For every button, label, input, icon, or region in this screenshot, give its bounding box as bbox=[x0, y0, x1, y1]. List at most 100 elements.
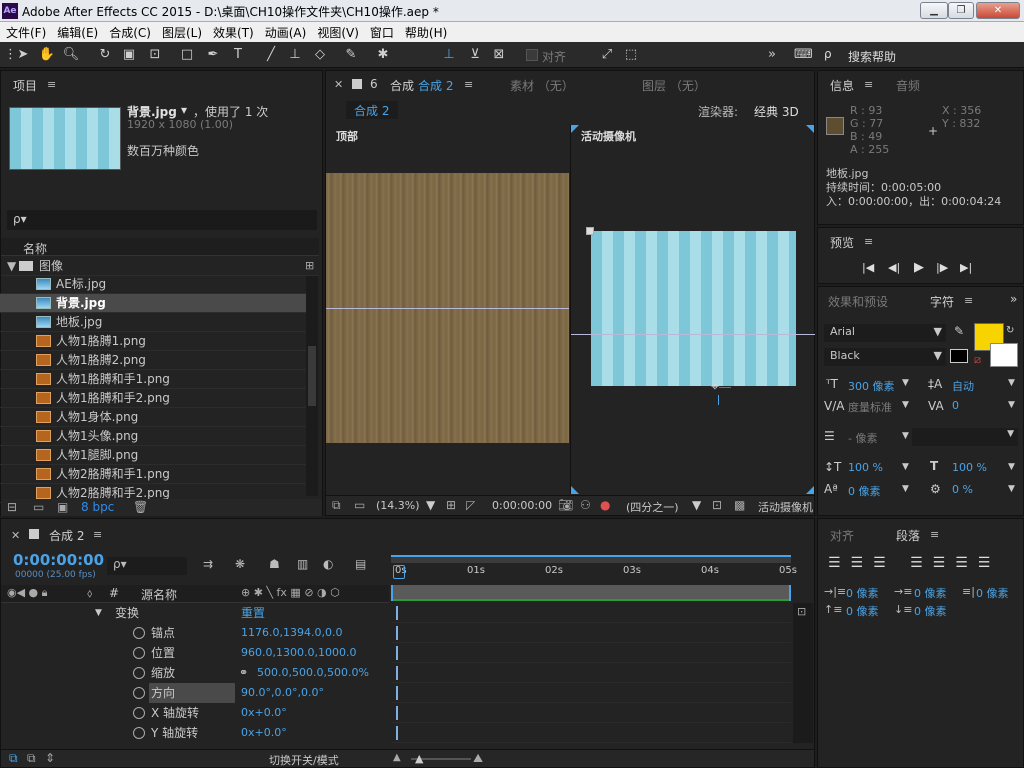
zoom-slider-thumb[interactable]: ▲ bbox=[415, 752, 423, 765]
comp-button-icon[interactable]: ⊡ bbox=[797, 605, 806, 618]
chevron-down-icon[interactable]: ▼ bbox=[95, 603, 102, 623]
av-features-icons[interactable]: ◉◀ ● 🔒︎ bbox=[7, 586, 48, 600]
menu-animation[interactable]: 动画(A) bbox=[259, 22, 312, 41]
viewer-top[interactable]: 顶部 bbox=[326, 125, 569, 494]
keyframe-track[interactable] bbox=[391, 723, 791, 743]
tab-audio[interactable]: 音频 bbox=[896, 77, 920, 94]
menu-view[interactable]: 视图(V) bbox=[311, 22, 364, 41]
toggle-switches-modes[interactable]: 切换开关/模式 bbox=[269, 752, 339, 768]
chevron-down-icon[interactable]: ▼ bbox=[902, 378, 909, 388]
transform-property-row[interactable]: 锚点 1176.0,1394.0,0.0 bbox=[1, 623, 389, 643]
trash-icon[interactable]: 🗑︎ bbox=[133, 500, 148, 514]
project-search-input[interactable]: ρ▾ bbox=[7, 210, 317, 230]
renderer-value[interactable]: 经典 3D bbox=[754, 103, 799, 120]
pen-tool-icon[interactable]: ✒ bbox=[204, 47, 222, 63]
puppet-pin-tool-icon[interactable]: ✱ bbox=[374, 47, 392, 63]
tsume-value[interactable]: 0 % bbox=[952, 483, 973, 496]
menu-help[interactable]: 帮助(H) bbox=[399, 22, 452, 41]
chevron-down-icon[interactable]: ▼ bbox=[692, 498, 701, 512]
interpret-footage-icon[interactable]: ⊟ bbox=[7, 500, 17, 514]
work-area-start-marker[interactable] bbox=[391, 585, 393, 601]
tab-comp-prefix[interactable]: 合成 bbox=[390, 77, 414, 94]
selection-tool-icon[interactable]: ➤ bbox=[14, 47, 32, 63]
chevron-down-icon[interactable]: ▼ bbox=[902, 431, 909, 441]
property-value[interactable]: 500.0,500.0,500.0% bbox=[257, 663, 369, 683]
baseline-shift-value[interactable]: 0 像素 bbox=[848, 483, 881, 499]
list-item[interactable]: 人物1胳膊1.png bbox=[0, 332, 318, 351]
list-item[interactable]: 背景.jpg bbox=[0, 294, 318, 313]
grid-icon[interactable]: ⊞ bbox=[446, 498, 456, 512]
stopwatch-icon[interactable] bbox=[133, 687, 145, 699]
bit-depth[interactable]: 8 bpc bbox=[81, 500, 114, 514]
chevron-down-icon[interactable]: ▼ bbox=[1008, 378, 1015, 388]
anchor-point-icon[interactable]: ⌖ bbox=[711, 379, 719, 395]
close-icon[interactable]: ✕ bbox=[334, 78, 343, 91]
menu-layer[interactable]: 图层(L) bbox=[156, 22, 207, 41]
chevron-down-icon[interactable]: ▼ bbox=[426, 498, 435, 512]
keyframe-track[interactable] bbox=[391, 663, 791, 683]
clone-stamp-tool-icon[interactable]: ⊥ bbox=[286, 47, 304, 63]
reset-transform-button[interactable]: 重置 bbox=[241, 603, 265, 623]
menu-edit[interactable]: 编辑(E) bbox=[51, 22, 103, 41]
chevron-down-icon[interactable]: ▼ bbox=[1008, 462, 1015, 472]
snap-checkbox[interactable] bbox=[526, 49, 538, 61]
label-icon[interactable]: ⬨ bbox=[87, 586, 92, 601]
list-item[interactable]: 人物1身体.png bbox=[0, 408, 318, 427]
kerning-value[interactable]: 度量标准 bbox=[848, 399, 892, 415]
column-name[interactable]: 名称 bbox=[23, 240, 47, 257]
file-dropdown-icon[interactable]: ▾ bbox=[181, 103, 187, 117]
workspace-more[interactable]: » bbox=[768, 47, 776, 62]
no-color-icon[interactable]: ⧄ bbox=[974, 353, 981, 367]
keyframe-track[interactable] bbox=[391, 603, 791, 623]
font-size-value[interactable]: 300 像素 bbox=[848, 378, 895, 394]
stopwatch-icon[interactable] bbox=[133, 667, 145, 679]
always-preview-icon[interactable]: ⧉ bbox=[332, 498, 341, 513]
panel-menu-icon[interactable]: ≡ bbox=[93, 528, 102, 541]
breadcrumb[interactable]: 合成 2 bbox=[346, 101, 398, 119]
close-icon[interactable]: ✕ bbox=[11, 529, 20, 542]
stroke-color-swatch[interactable] bbox=[990, 343, 1018, 367]
paragraph-align-buttons[interactable]: ☰☰☰ ☰☰☰☰ bbox=[828, 555, 1000, 571]
panel-menu-icon[interactable]: ≡ bbox=[864, 78, 873, 91]
prev-frame-icon[interactable]: ◀| bbox=[888, 261, 900, 274]
frame-blending-icon[interactable]: ▥ bbox=[297, 557, 308, 571]
project-scrollbar[interactable] bbox=[306, 276, 318, 496]
minimize-button[interactable]: ▁ bbox=[920, 2, 948, 19]
roto-brush-tool-icon[interactable]: ✎ bbox=[342, 47, 360, 63]
layer-duration-bar[interactable] bbox=[391, 585, 791, 601]
stopwatch-icon[interactable] bbox=[133, 647, 145, 659]
transform-property-row[interactable]: 方向 90.0°,0.0°,0.0° bbox=[1, 683, 389, 703]
chevron-down-icon[interactable]: ▼ bbox=[902, 462, 909, 472]
tab-timeline-composition[interactable]: 合成 2 bbox=[49, 527, 84, 544]
transform-property-row[interactable]: Y 轴旋转 0x+0.0° bbox=[1, 723, 389, 743]
eraser-tool-icon[interactable]: ◇ bbox=[311, 47, 329, 63]
leading-value[interactable]: 自动 bbox=[952, 378, 974, 394]
keyframe-track[interactable] bbox=[391, 623, 791, 643]
region-of-interest-icon[interactable]: ⊡ bbox=[712, 498, 722, 512]
list-item[interactable]: 人物1胳膊和手2.png bbox=[0, 389, 318, 408]
lock-icon[interactable]: 6 bbox=[370, 77, 378, 91]
tab-align[interactable]: 对齐 bbox=[830, 527, 854, 544]
work-area-end-marker[interactable] bbox=[789, 585, 791, 601]
camera-tool-icon[interactable]: ▣ bbox=[120, 47, 138, 63]
list-item[interactable]: 人物2胳膊和手1.png bbox=[0, 465, 318, 484]
property-value[interactable]: 960.0,1300.0,1000.0 bbox=[241, 643, 356, 663]
first-frame-icon[interactable]: |◀ bbox=[862, 261, 874, 274]
brush-tool-icon[interactable]: ╱ bbox=[262, 47, 280, 63]
default-colors-icon[interactable] bbox=[950, 349, 968, 363]
transform-property-row[interactable]: X 轴旋转 0x+0.0° bbox=[1, 703, 389, 723]
timeline-timecode[interactable]: 0:00:00:00 bbox=[13, 551, 104, 569]
rectangle-tool-icon[interactable]: □ bbox=[178, 47, 196, 63]
stroke-width-value[interactable]: - 像素 bbox=[848, 430, 877, 446]
zoom-out-icon[interactable]: ▲ bbox=[393, 752, 401, 763]
work-area-range[interactable] bbox=[391, 555, 791, 563]
space-before-value[interactable]: 0 像素 bbox=[846, 603, 879, 619]
menu-file[interactable]: 文件(F) bbox=[0, 22, 51, 41]
property-value[interactable]: 0x+0.0° bbox=[241, 703, 287, 723]
column-source-name[interactable]: 源名称 bbox=[141, 586, 177, 603]
panel-menu-icon[interactable]: ≡ bbox=[464, 78, 473, 91]
shy-layers-icon[interactable]: ☗ bbox=[269, 557, 280, 571]
indent-right-value[interactable]: 0 像素 bbox=[976, 585, 1009, 601]
tab-footage[interactable]: 素材 （无） bbox=[510, 77, 574, 94]
transparency-grid-icon[interactable]: ▩ bbox=[734, 498, 745, 512]
